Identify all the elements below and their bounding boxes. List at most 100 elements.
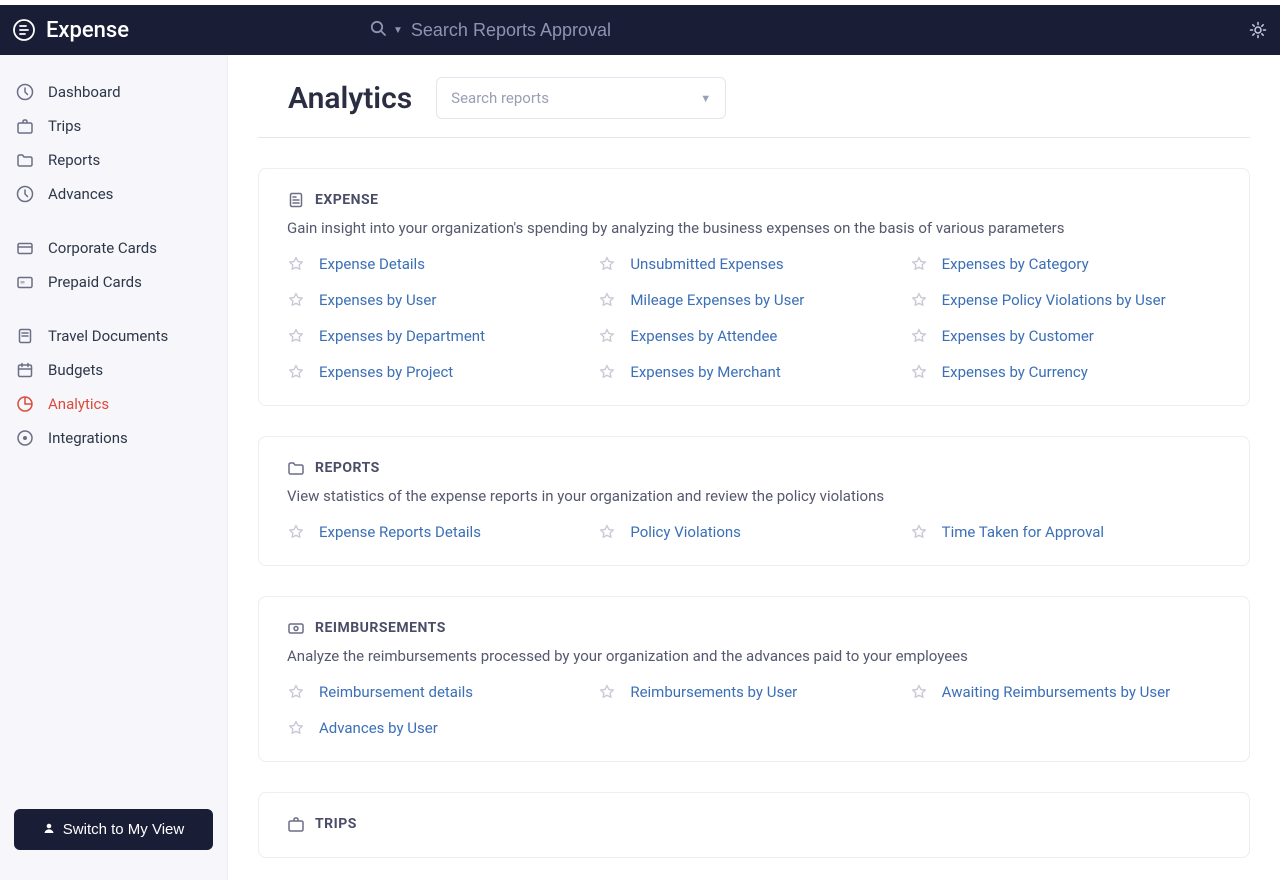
sidebar-item-trips[interactable]: Trips bbox=[0, 109, 227, 143]
sidebar-item-label: Trips bbox=[48, 117, 81, 135]
user-icon bbox=[43, 821, 55, 838]
sidebar-item-budgets[interactable]: Budgets bbox=[0, 353, 227, 387]
sidebar-item-analytics[interactable]: Analytics bbox=[0, 387, 227, 421]
star-icon[interactable] bbox=[598, 523, 616, 541]
section-description: View statistics of the expense reports i… bbox=[287, 487, 1221, 505]
report-link-expense-reports-details[interactable]: Expense Reports Details bbox=[319, 523, 481, 541]
report-link-expenses-by-project[interactable]: Expenses by Project bbox=[319, 363, 453, 381]
sidebar-item-integrations[interactable]: Integrations bbox=[0, 421, 227, 455]
report-link-reimbursement-details[interactable]: Reimbursement details bbox=[319, 683, 473, 701]
sidebar-item-travel-documents[interactable]: Travel Documents bbox=[0, 319, 227, 353]
report-item: Expenses by User bbox=[287, 291, 598, 309]
report-item: Expenses by Category bbox=[910, 255, 1221, 273]
top-search[interactable]: ▼ bbox=[369, 19, 809, 42]
section-reimbursements: REIMBURSEMENTSAnalyze the reimbursements… bbox=[258, 596, 1250, 762]
global-search-input[interactable] bbox=[409, 19, 809, 42]
report-link-expense-details[interactable]: Expense Details bbox=[319, 255, 425, 273]
sidebar-item-reports[interactable]: Reports bbox=[0, 143, 227, 177]
section-expense: EXPENSEGain insight into your organizati… bbox=[258, 168, 1250, 406]
chevron-down-icon: ▼ bbox=[700, 92, 711, 105]
star-icon[interactable] bbox=[910, 255, 928, 273]
sidebar-item-dashboard[interactable]: Dashboard bbox=[0, 75, 227, 109]
report-item: Expenses by Currency bbox=[910, 363, 1221, 381]
sidebar-item-label: Corporate Cards bbox=[48, 239, 157, 257]
folder-icon bbox=[287, 459, 305, 477]
switch-view-button[interactable]: Switch to My View bbox=[14, 809, 213, 850]
search-scope-caret-icon[interactable]: ▼ bbox=[393, 25, 403, 36]
switch-view-label: Switch to My View bbox=[63, 821, 184, 838]
report-link-policy-violations[interactable]: Policy Violations bbox=[630, 523, 741, 541]
star-icon[interactable] bbox=[287, 363, 305, 381]
report-link-time-taken-for-approval[interactable]: Time Taken for Approval bbox=[942, 523, 1104, 541]
star-icon[interactable] bbox=[287, 683, 305, 701]
star-icon[interactable] bbox=[910, 523, 928, 541]
card-icon bbox=[16, 239, 34, 257]
report-link-expenses-by-attendee[interactable]: Expenses by Attendee bbox=[630, 327, 777, 345]
report-item: Expenses by Project bbox=[287, 363, 598, 381]
sidebar-item-prepaid-cards[interactable]: Prepaid Cards bbox=[0, 265, 227, 299]
report-link-advances-by-user[interactable]: Advances by User bbox=[319, 719, 438, 737]
star-icon[interactable] bbox=[910, 291, 928, 309]
page-header: Analytics Search reports ▼ bbox=[258, 55, 1250, 138]
brand-icon bbox=[12, 18, 36, 42]
star-icon[interactable] bbox=[598, 363, 616, 381]
report-link-expenses-by-category[interactable]: Expenses by Category bbox=[942, 255, 1089, 273]
star-icon[interactable] bbox=[598, 255, 616, 273]
star-icon[interactable] bbox=[910, 683, 928, 701]
report-item: Expenses by Attendee bbox=[598, 327, 909, 345]
section-trips: TRIPS bbox=[258, 792, 1250, 858]
report-item: Reimbursements by User bbox=[598, 683, 909, 701]
star-icon[interactable] bbox=[287, 327, 305, 345]
report-item: Expense Reports Details bbox=[287, 523, 598, 541]
report-link-expenses-by-department[interactable]: Expenses by Department bbox=[319, 327, 485, 345]
star-icon[interactable] bbox=[598, 291, 616, 309]
star-icon[interactable] bbox=[287, 719, 305, 737]
report-link-mileage-expenses-by-user[interactable]: Mileage Expenses by User bbox=[630, 291, 804, 309]
report-link-expenses-by-customer[interactable]: Expenses by Customer bbox=[942, 327, 1094, 345]
report-item: Expense Details bbox=[287, 255, 598, 273]
card-alt-icon bbox=[16, 273, 34, 291]
report-item: Awaiting Reimbursements by User bbox=[910, 683, 1221, 701]
star-icon[interactable] bbox=[910, 327, 928, 345]
section-title: TRIPS bbox=[315, 816, 357, 832]
report-link-expenses-by-user[interactable]: Expenses by User bbox=[319, 291, 436, 309]
search-reports-dropdown[interactable]: Search reports ▼ bbox=[436, 77, 726, 119]
topbar: Expense ▼ bbox=[0, 5, 1280, 55]
report-link-reimbursements-by-user[interactable]: Reimbursements by User bbox=[630, 683, 797, 701]
report-link-awaiting-reimbursements-by-user[interactable]: Awaiting Reimbursements by User bbox=[942, 683, 1171, 701]
sidebar: Dashboard Trips Reports Advances Corporate … bbox=[0, 55, 228, 880]
report-link-expense-policy-violations-by-user[interactable]: Expense Policy Violations by User bbox=[942, 291, 1166, 309]
sidebar-item-label: Prepaid Cards bbox=[48, 273, 142, 291]
report-item: Expense Policy Violations by User bbox=[910, 291, 1221, 309]
report-link-expenses-by-currency[interactable]: Expenses by Currency bbox=[942, 363, 1088, 381]
pie-icon bbox=[16, 395, 34, 413]
star-icon[interactable] bbox=[598, 327, 616, 345]
sidebar-item-corporate-cards[interactable]: Corporate Cards bbox=[0, 231, 227, 265]
search-icon bbox=[369, 19, 387, 41]
sidebar-item-advances[interactable]: Advances bbox=[0, 177, 227, 211]
integration-icon bbox=[16, 429, 34, 447]
sidebar-item-label: Advances bbox=[48, 185, 113, 203]
star-icon[interactable] bbox=[598, 683, 616, 701]
report-item: Expenses by Merchant bbox=[598, 363, 909, 381]
star-icon[interactable] bbox=[287, 255, 305, 273]
star-icon[interactable] bbox=[910, 363, 928, 381]
section-description: Gain insight into your organization's sp… bbox=[287, 219, 1221, 237]
star-icon[interactable] bbox=[287, 523, 305, 541]
report-item: Mileage Expenses by User bbox=[598, 291, 909, 309]
section-description: Analyze the reimbursements processed by … bbox=[287, 647, 1221, 665]
main-content: Analytics Search reports ▼ EXPENSEGain i… bbox=[228, 55, 1280, 880]
report-item: Expenses by Department bbox=[287, 327, 598, 345]
report-link-expenses-by-merchant[interactable]: Expenses by Merchant bbox=[630, 363, 780, 381]
report-item: Reimbursement details bbox=[287, 683, 598, 701]
report-link-unsubmitted-expenses[interactable]: Unsubmitted Expenses bbox=[630, 255, 783, 273]
receipt-icon bbox=[287, 191, 305, 209]
page-title: Analytics bbox=[288, 81, 412, 116]
clock-icon bbox=[16, 185, 34, 203]
money-icon bbox=[287, 619, 305, 637]
settings-button[interactable] bbox=[1248, 20, 1268, 40]
star-icon[interactable] bbox=[287, 291, 305, 309]
clock-icon bbox=[16, 83, 34, 101]
report-item: Advances by User bbox=[287, 719, 598, 737]
sidebar-item-label: Dashboard bbox=[48, 83, 121, 101]
